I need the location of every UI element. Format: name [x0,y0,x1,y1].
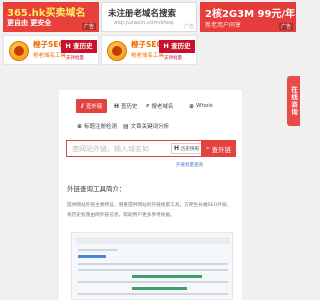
online-consult-tab[interactable]: 在线咨询 [287,76,300,126]
ad-tag: 广告 [278,23,293,30]
batch-backlink-query-link[interactable]: 外链批量查询 [176,162,203,168]
tab-check-history[interactable]: H 查历史 [114,99,138,113]
tab-whois[interactable]: ⊕ Whois [189,99,213,113]
history-icon: H [174,145,180,152]
ad-banner-domain-trade[interactable]: 365.hk买卖域名 更自由 更安全 广告 [3,2,99,32]
tool-screenshot-image [71,232,233,300]
search-icon: ⌕ [205,144,210,152]
tab-label: 查历史 [121,104,138,110]
ad-banner-server[interactable]: 2核2G3M 99元/年 新老用户同享 广告 [200,2,296,32]
ad-badge-sub: 支持批量 [164,56,182,61]
ad-title: 未注册老域名搜索 [108,9,177,19]
ad-title: 2核2G3M 99元/年 [205,9,296,20]
globe-icon: ⊕ [189,102,195,110]
search-bar: H 历史快照 ▼ ⌕ 查外链 [66,140,236,157]
tab-keyword-analysis[interactable]: ▤ 文章关键词分析 [123,119,169,133]
tool-card: ℓ 查外链 H 查历史 ⌕ 搜老域名 ⊕ Whois ⊕ 标题注册检测 ▤ 文章… [59,90,242,300]
search-domain-icon: ⌕ [146,102,150,109]
tab-label: Whois [196,103,213,109]
ad-badge-sub: 支持批量 [66,56,84,61]
orange-seo-logo-icon [107,41,127,61]
tab-label: 文章关键词分析 [130,124,170,130]
ad-banner-orange-seo[interactable]: 橙子SEO 抢老域名工具 H 查历史 支持批量 [3,35,99,65]
check-backlinks-button[interactable]: ⌕ 查外链 [201,140,236,157]
history-snapshot-label: 历史快照 [181,146,200,152]
ad-banner-orange-seo-2[interactable]: 橙子SEO 抢老域名工具 H 查历史 支持批量 [101,35,197,65]
ad-url: aiqi.juzaxin.com/shop [114,20,174,26]
tab-label: 查外链 [85,104,103,110]
ad-badge: H 查历史 [61,40,97,53]
ad-subtitle: 新老用户同享 [205,22,242,29]
tab-label: 标题注册检测 [84,124,118,130]
button-label: 查外链 [211,145,232,154]
ad-tag: 广告 [81,23,96,30]
ad-subtitle: 更自由 更安全 [7,19,52,27]
ad-tag: 广告 [183,24,194,30]
tab-title-registration-check[interactable]: ⊕ 标题注册检测 [77,119,117,133]
section-description: 提供网站外链主要特征、侧重提供网站的外链搜索工具，方便生长做SEO外链、将历史权… [67,203,232,218]
ad-banner-old-domain-search[interactable]: 未注册老域名搜索 aiqi.juzaxin.com/shop 广告 [101,2,197,32]
online-consult-label: 在线咨询 [289,86,298,116]
search-input[interactable] [67,141,171,156]
history-icon: H [114,102,120,110]
orange-seo-logo-icon [9,41,29,61]
tab-check-backlinks[interactable]: ℓ 查外链 [76,99,108,113]
section-title: 外链查询工具简介： [67,185,126,193]
check-icon: ⊕ [77,122,83,130]
ad-badge: H 查历史 [159,40,195,53]
tab-search-old-domain[interactable]: ⌕ 搜老域名 [146,99,173,113]
link-icon: ℓ [81,102,84,110]
doc-icon: ▤ [123,122,129,130]
ad-title: 365.hk买卖域名 [7,8,86,19]
tab-label: 搜老域名 [151,104,174,110]
